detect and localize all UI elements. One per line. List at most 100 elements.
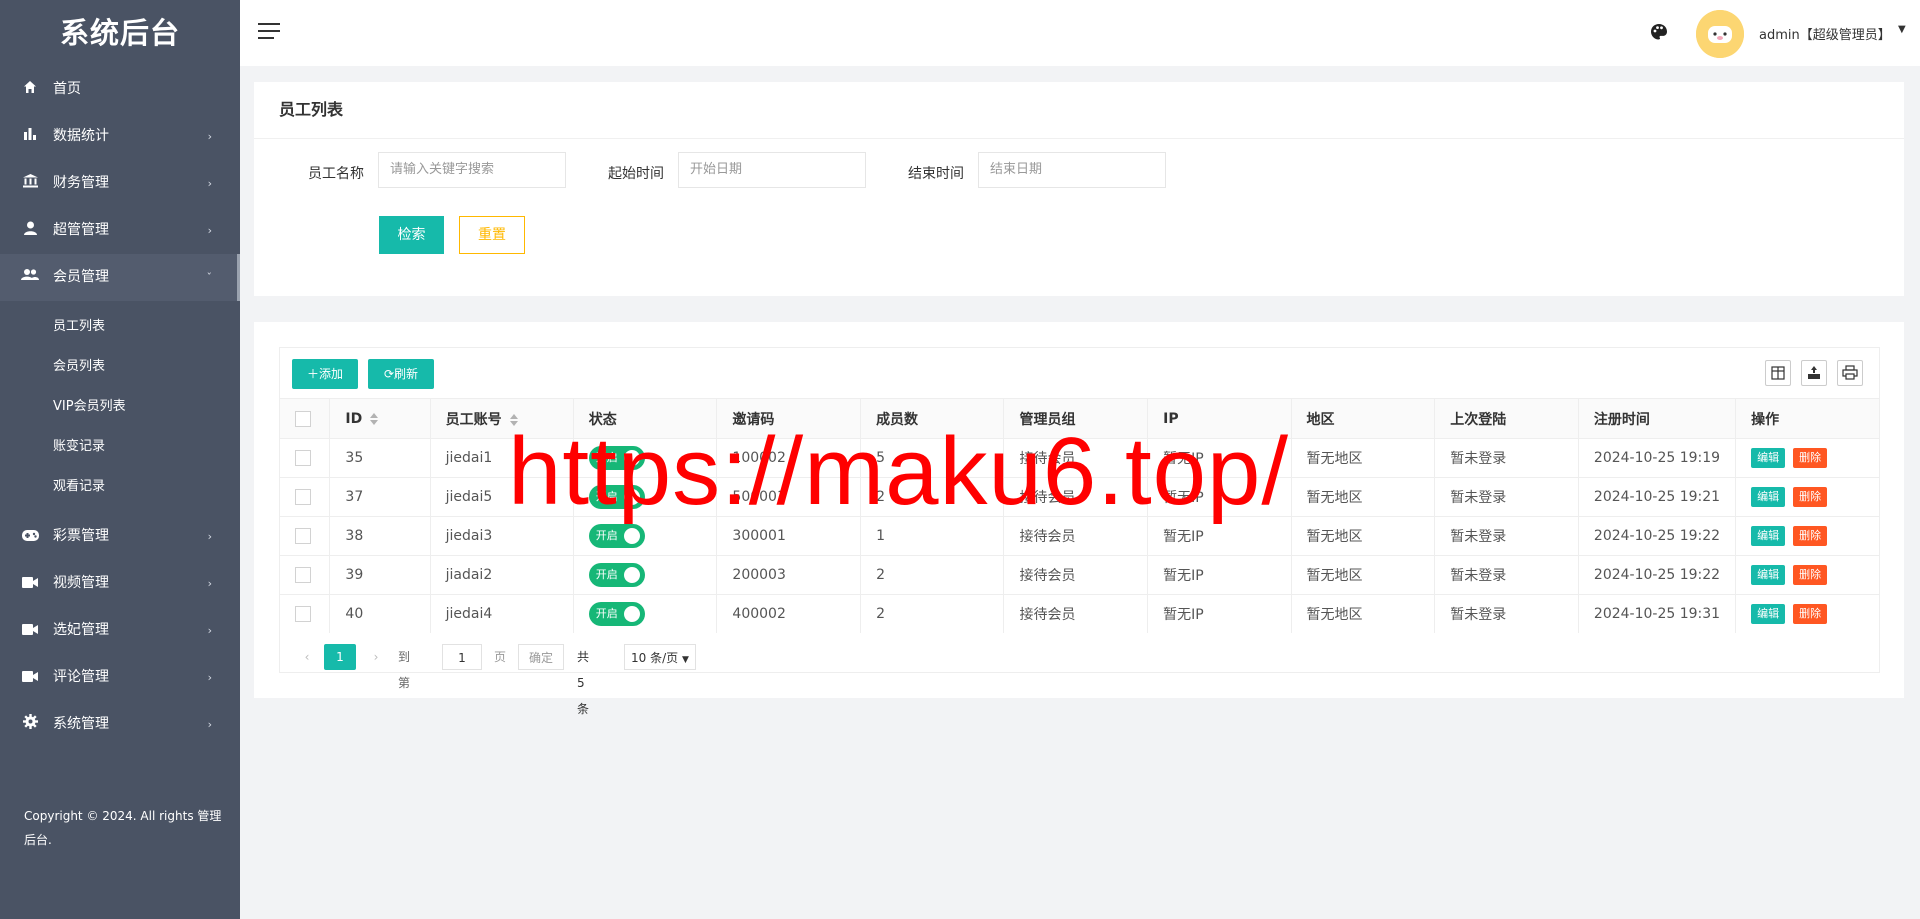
print-icon[interactable] — [1837, 360, 1863, 386]
start-date-input[interactable]: 开始日期 — [678, 152, 866, 188]
delete-button[interactable]: 删除 — [1793, 526, 1828, 546]
sidebar-item-label: 数据统计 — [53, 128, 109, 144]
cell-last-login: 暂未登录 — [1434, 594, 1579, 633]
cell-region: 暂无地区 — [1291, 516, 1436, 556]
columns-filter-icon[interactable] — [1765, 360, 1791, 386]
avatar[interactable] — [1696, 10, 1744, 58]
row-checkbox[interactable] — [280, 594, 331, 633]
sidebar-item-label: 彩票管理 — [53, 528, 109, 544]
status-toggle[interactable]: 开启 — [588, 563, 645, 587]
cell-actions: 编辑 删除 — [1735, 594, 1879, 633]
submenu-item-watch-log[interactable]: 观看记录 — [0, 467, 240, 507]
sidebar-item-lottery[interactable]: 彩票管理 › — [0, 513, 240, 560]
sidebar: 系统后台 首页 数据统计 › 财务管理 › 超管管理 › 会员管理 ˇ 员工列表 — [0, 0, 240, 919]
sidebar-item-label: 首页 — [53, 81, 81, 97]
prev-page-icon[interactable]: ‹ — [297, 644, 317, 670]
user-name[interactable]: admin【超级管理员】 — [1759, 24, 1891, 43]
add-button[interactable]: ＋添加 — [292, 359, 358, 389]
cell-ip: 暂无IP — [1147, 555, 1292, 595]
cell-status: 开启 — [573, 555, 718, 595]
column-header-reg-time: 注册时间 — [1578, 398, 1737, 439]
cell-members: 2 — [860, 555, 1005, 595]
edit-button[interactable]: 编辑 — [1751, 565, 1786, 585]
cell-region: 暂无地区 — [1291, 594, 1436, 633]
sidebar-item-label: 会员管理 — [53, 269, 109, 285]
export-icon[interactable] — [1801, 360, 1827, 386]
refresh-button[interactable]: ⟳刷新 — [368, 359, 434, 389]
reset-button[interactable]: 重置 — [459, 216, 525, 254]
chevron-right-icon: › — [207, 624, 212, 637]
sidebar-item-system[interactable]: 系统管理 › — [0, 701, 240, 748]
end-date-input[interactable]: 结束日期 — [978, 152, 1166, 188]
edit-button[interactable]: 编辑 — [1751, 448, 1786, 468]
page-unit-label: 页 — [494, 650, 507, 664]
cell-reg-time: 2024-10-25 19:22 — [1578, 555, 1737, 595]
goto-page-input[interactable]: 1 — [442, 644, 482, 670]
cell-group: 接待会员 — [1003, 594, 1149, 633]
chevron-down-icon: ˇ — [206, 271, 213, 284]
row-checkbox[interactable] — [280, 477, 331, 517]
chevron-down-icon: ▼ — [681, 655, 689, 665]
start-time-label: 起始时间 — [608, 166, 664, 182]
delete-button[interactable]: 删除 — [1793, 604, 1828, 624]
sort-icon[interactable] — [370, 412, 379, 426]
sidebar-item-video[interactable]: 视频管理 › — [0, 560, 240, 607]
end-time-label: 结束时间 — [908, 166, 964, 182]
row-checkbox[interactable] — [280, 438, 331, 478]
brand-title: 系统后台 — [59, 16, 180, 50]
cell-invite: 200003 — [716, 555, 862, 595]
delete-button[interactable]: 删除 — [1793, 565, 1828, 585]
row-checkbox[interactable] — [280, 555, 331, 595]
cell-reg-time: 2024-10-25 19:21 — [1578, 477, 1737, 517]
gear-icon — [20, 701, 40, 748]
user-icon — [20, 207, 40, 254]
cell-group: 接待会员 — [1003, 555, 1149, 595]
caret-down-icon[interactable]: ▼ — [1898, 24, 1906, 35]
delete-button[interactable]: 删除 — [1793, 448, 1828, 468]
cell-last-login: 暂未登录 — [1434, 555, 1579, 595]
edit-button[interactable]: 编辑 — [1751, 526, 1786, 546]
cell-last-login: 暂未登录 — [1434, 516, 1579, 556]
cell-id: 39 — [329, 555, 431, 595]
palette-icon[interactable] — [1650, 23, 1670, 43]
edit-button[interactable]: 编辑 — [1751, 487, 1786, 507]
search-button[interactable]: 检索 — [379, 216, 444, 254]
cell-account: jiedai4 — [430, 594, 574, 633]
submenu-item-vip-list[interactable]: VIP会员列表 — [0, 387, 240, 427]
page-size-select[interactable]: 10 条/页 ▼ — [624, 644, 696, 670]
name-label: 员工名称 — [308, 166, 364, 182]
chevron-right-icon: › — [207, 671, 212, 684]
sidebar-item-stats[interactable]: 数据统计 › — [0, 113, 240, 160]
delete-button[interactable]: 删除 — [1793, 487, 1828, 507]
cell-reg-time: 2024-10-25 19:31 — [1578, 594, 1737, 633]
submenu-item-member-list[interactable]: 会员列表 — [0, 347, 240, 387]
sidebar-item-super-admin[interactable]: 超管管理 › — [0, 207, 240, 254]
status-toggle[interactable]: 开启 — [588, 602, 645, 626]
sidebar-item-label: 选妃管理 — [53, 622, 109, 638]
sidebar-item-finance[interactable]: 财务管理 › — [0, 160, 240, 207]
refresh-icon: ⟳ — [383, 367, 395, 381]
sidebar-item-home[interactable]: 首页 — [0, 66, 240, 113]
sidebar-item-selection[interactable]: 选妃管理 › — [0, 607, 240, 654]
copyright: Copyright © 2024. All rights 管理 后台. — [24, 804, 224, 852]
table-row: 39 jiadai2 开启 200003 2 接待会员 暂无IP 暂无地区 暂未… — [280, 555, 1879, 595]
goto-confirm-button[interactable]: 确定 — [518, 644, 564, 670]
name-search-input[interactable]: 请输入关键字搜索 — [378, 152, 566, 188]
submenu-item-balance-log[interactable]: 账变记录 — [0, 427, 240, 467]
next-page-icon[interactable]: › — [366, 644, 386, 670]
page-number-current[interactable]: 1 — [324, 644, 356, 670]
sidebar-item-comments[interactable]: 评论管理 › — [0, 654, 240, 701]
cell-actions: 编辑 删除 — [1735, 516, 1879, 556]
menu-toggle-icon[interactable] — [258, 23, 280, 41]
row-checkbox[interactable] — [280, 516, 331, 556]
edit-button[interactable]: 编辑 — [1751, 604, 1786, 624]
select-all-checkbox[interactable] — [280, 398, 331, 439]
column-header-region: 地区 — [1291, 398, 1436, 439]
copyright-line: 后台. — [24, 833, 52, 847]
cell-ip: 暂无IP — [1147, 594, 1292, 633]
cell-region: 暂无地区 — [1291, 477, 1436, 517]
status-toggle[interactable]: 开启 — [588, 524, 645, 548]
submenu-item-staff-list[interactable]: 员工列表 — [0, 307, 240, 347]
column-header-id[interactable]: ID — [329, 398, 431, 439]
sidebar-item-members[interactable]: 会员管理 ˇ — [0, 254, 240, 301]
